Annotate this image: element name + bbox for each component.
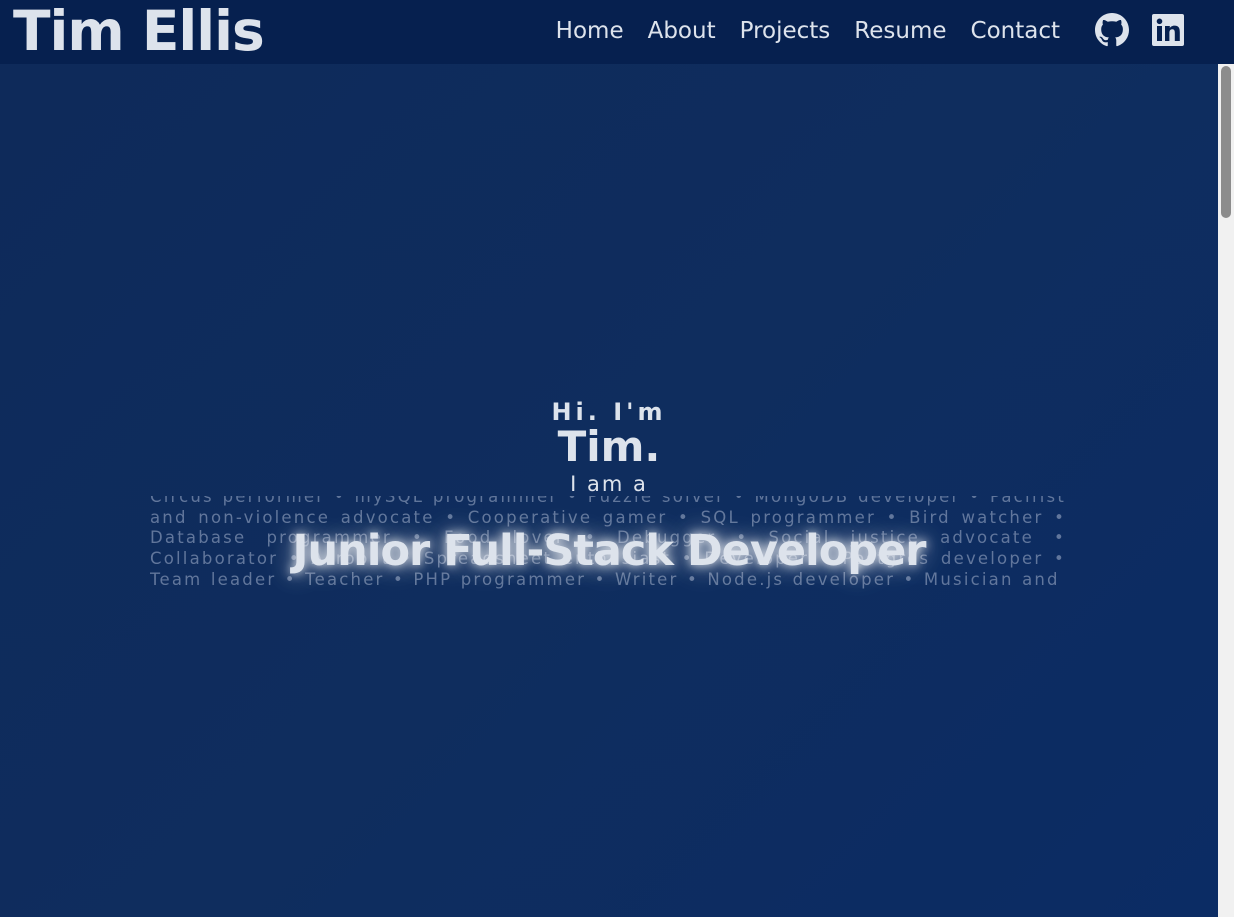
scrollbar-thumb[interactable]: [1221, 66, 1231, 218]
hero-section: Circus performer • mySQL programmer • Pu…: [0, 64, 1218, 917]
page-scrollbar[interactable]: [1218, 64, 1234, 917]
hero-headline: Junior Full-Stack Developer: [292, 526, 927, 576]
nav-link-about[interactable]: About: [636, 16, 728, 46]
linkedin-link[interactable]: [1150, 12, 1186, 48]
navbar: Tim Ellis Home About Projects Resume Con…: [0, 0, 1234, 64]
github-link[interactable]: [1094, 12, 1130, 48]
brand-logo-link[interactable]: Tim Ellis: [13, 0, 265, 66]
github-icon: [1095, 13, 1129, 47]
nav-link-contact[interactable]: Contact: [959, 16, 1072, 46]
nav-links: Home About Projects Resume Contact: [544, 16, 1072, 46]
linkedin-icon: [1152, 14, 1184, 46]
greeting-name: Tim.: [557, 422, 661, 471]
nav-link-resume[interactable]: Resume: [842, 16, 958, 46]
nav-link-projects[interactable]: Projects: [728, 16, 843, 46]
greeting-i-am-a: I am a: [570, 472, 648, 496]
nav-link-home[interactable]: Home: [544, 16, 636, 46]
